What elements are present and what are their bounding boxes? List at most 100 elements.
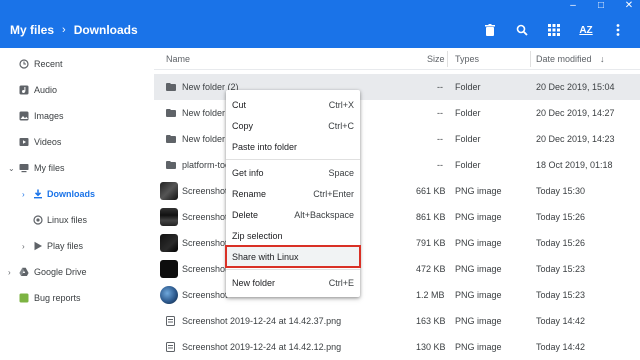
sidebar-item-audio[interactable]: Audio xyxy=(0,77,154,103)
image-icon xyxy=(19,111,29,121)
column-header-size[interactable]: Size xyxy=(427,54,445,64)
image-thumbnail xyxy=(160,260,178,278)
breadcrumb-my-files[interactable]: My files xyxy=(10,23,54,37)
linux-icon xyxy=(33,215,43,225)
file-type: Folder xyxy=(455,134,481,144)
column-divider xyxy=(530,51,531,67)
breadcrumb-downloads[interactable]: Downloads xyxy=(74,23,138,37)
menu-item-cut[interactable]: Cut Ctrl+X xyxy=(226,94,360,115)
sidebar-item-my-files[interactable]: ⌄ My files xyxy=(0,155,154,181)
sidebar-item-linux-files[interactable]: Linux files xyxy=(0,207,154,233)
sidebar-item-label: Bug reports xyxy=(34,293,81,303)
window-title-bar: – □ ✕ xyxy=(0,0,640,12)
drive-icon xyxy=(19,267,29,277)
file-name: Screenshot xyxy=(182,212,228,222)
window-controls: – □ ✕ xyxy=(568,0,634,12)
file-date: Today 15:26 xyxy=(536,212,586,222)
file-type: Folder xyxy=(455,82,481,92)
file-size: 163 KB xyxy=(416,316,446,326)
menu-item-label: Get info xyxy=(232,168,264,178)
file-size: 1.2 MB xyxy=(416,290,445,300)
file-type: PNG image xyxy=(455,316,502,326)
chevron-right-icon[interactable]: › xyxy=(22,190,25,199)
file-type: PNG image xyxy=(455,212,502,222)
grid-view-button[interactable] xyxy=(538,14,570,46)
sort-button[interactable]: AZ xyxy=(570,14,602,46)
sort-arrow-icon[interactable]: ↓ xyxy=(600,54,605,64)
file-type: PNG image xyxy=(455,186,502,196)
image-file-icon xyxy=(166,316,175,326)
table-row[interactable]: Screenshot 2019-12-24 at 14.42.12.png 13… xyxy=(154,334,640,360)
menu-item-new-folder[interactable]: New folder Ctrl+E xyxy=(226,272,360,293)
close-icon[interactable]: ✕ xyxy=(624,1,634,11)
menu-item-label: Share with Linux xyxy=(232,252,299,262)
sidebar: Recent Audio Images Videos ⌄ My files › … xyxy=(0,48,154,360)
sidebar-item-images[interactable]: Images xyxy=(0,103,154,129)
menu-divider xyxy=(226,269,360,270)
menu-item-label: Paste into folder xyxy=(232,142,298,152)
chevron-right-icon[interactable]: › xyxy=(8,268,11,277)
sidebar-item-play-files[interactable]: › Play files xyxy=(0,233,154,259)
play-icon xyxy=(33,241,43,251)
file-name: Screenshot 2019-12-24 at 14.42.37.png xyxy=(182,316,342,326)
column-header-type[interactable]: Types xyxy=(455,54,479,64)
menu-item-copy[interactable]: Copy Ctrl+C xyxy=(226,115,360,136)
file-date: Today 14:42 xyxy=(536,342,586,352)
file-size: 661 KB xyxy=(416,186,446,196)
file-type: PNG image xyxy=(455,290,502,300)
image-thumbnail xyxy=(160,286,178,304)
column-header-date[interactable]: Date modified xyxy=(536,54,592,64)
file-size: -- xyxy=(437,108,443,118)
file-size: 130 KB xyxy=(416,342,446,352)
sidebar-item-downloads[interactable]: › Downloads xyxy=(0,181,154,207)
menu-divider xyxy=(226,159,360,160)
sidebar-item-bug-reports[interactable]: Bug reports xyxy=(0,285,154,311)
folder-icon xyxy=(166,135,176,143)
sidebar-item-recent[interactable]: Recent xyxy=(0,51,154,77)
menu-item-get-info[interactable]: Get info Space xyxy=(226,162,360,183)
context-menu: Cut Ctrl+X Copy Ctrl+C Paste into folder… xyxy=(225,90,361,297)
grid-view-icon xyxy=(548,24,560,36)
video-icon xyxy=(19,137,29,147)
audio-icon xyxy=(19,85,29,95)
table-row[interactable]: Screenshot 2019-12-24 at 14.42.37.png 16… xyxy=(154,308,640,334)
sidebar-item-label: Google Drive xyxy=(34,267,87,277)
chevron-right-icon[interactable]: › xyxy=(22,242,25,251)
menu-item-label: Rename xyxy=(232,189,267,199)
sidebar-item-label: Linux files xyxy=(47,215,88,225)
menu-item-zip-selection[interactable]: Zip selection xyxy=(226,225,360,246)
file-date: Today 15:23 xyxy=(536,290,586,300)
chevron-down-icon[interactable]: ⌄ xyxy=(8,164,15,173)
file-date: 18 Oct 2019, 01:18 xyxy=(536,160,613,170)
menu-item-share-with-linux[interactable]: Share with Linux xyxy=(225,245,361,268)
menu-item-delete[interactable]: Delete Alt+Backspace xyxy=(226,204,360,225)
sidebar-item-google-drive[interactable]: › Google Drive xyxy=(0,259,154,285)
column-divider xyxy=(447,51,448,67)
file-name: New folder xyxy=(182,108,226,118)
minimize-icon[interactable]: – xyxy=(568,1,578,11)
menu-item-label: Zip selection xyxy=(232,231,283,241)
breadcrumb: My files › Downloads xyxy=(0,23,474,37)
file-type: PNG image xyxy=(455,238,502,248)
sidebar-item-videos[interactable]: Videos xyxy=(0,129,154,155)
file-size: 791 KB xyxy=(416,238,446,248)
maximize-icon[interactable]: □ xyxy=(596,1,606,11)
more-button[interactable] xyxy=(602,14,634,46)
menu-item-label: Cut xyxy=(232,100,247,110)
file-list-header: Name Size Types Date modified ↓ xyxy=(154,48,640,70)
file-size: -- xyxy=(437,160,443,170)
file-type: PNG image xyxy=(455,342,502,352)
more-vert-icon xyxy=(616,24,620,36)
sidebar-item-label: Play files xyxy=(47,241,84,251)
sidebar-item-label: Audio xyxy=(34,85,58,95)
menu-item-rename[interactable]: Rename Ctrl+Enter xyxy=(226,183,360,204)
image-thumbnail xyxy=(160,182,178,200)
search-button[interactable] xyxy=(506,14,538,46)
column-header-name[interactable]: Name xyxy=(166,54,190,64)
menu-item-label: New folder xyxy=(232,278,276,288)
menu-item-paste-into-folder[interactable]: Paste into folder xyxy=(226,136,360,157)
toolbar: My files › Downloads AZ xyxy=(0,12,640,48)
image-thumbnail xyxy=(160,234,178,252)
file-name: Screenshot 2019-12-24 at 14.42.12.png xyxy=(182,342,342,352)
delete-button[interactable] xyxy=(474,14,506,46)
